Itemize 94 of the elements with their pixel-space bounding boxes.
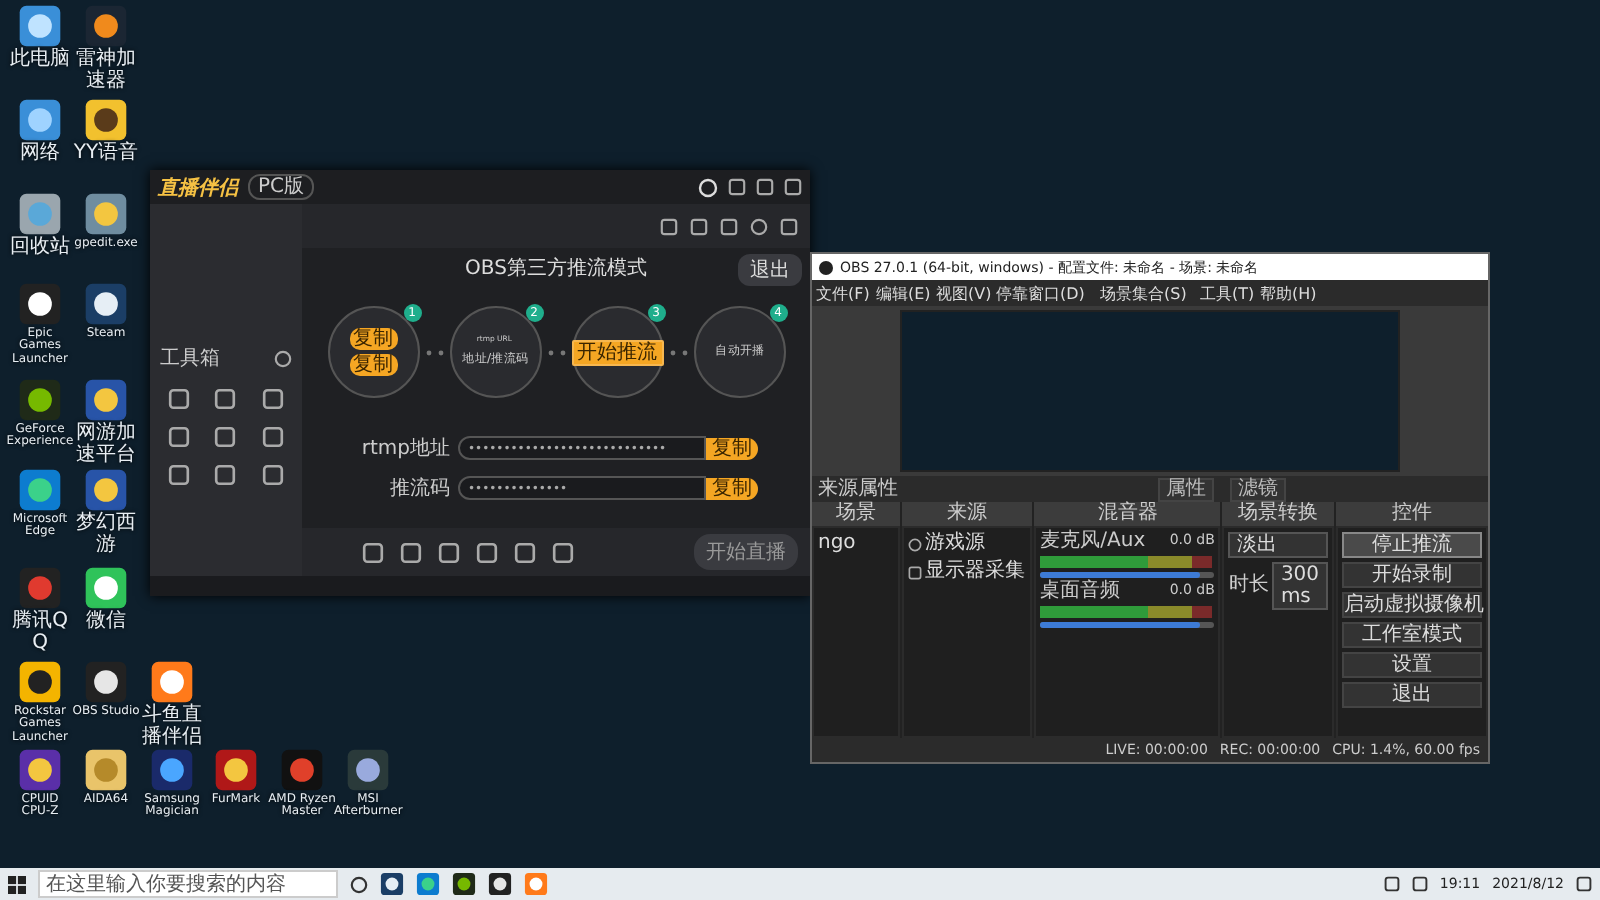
duration-field[interactable]: 300 ms [1272, 562, 1328, 610]
duration-label: 时长 [1228, 576, 1269, 596]
app-shortcut-icon[interactable] [150, 660, 194, 704]
transition-dropdown[interactable]: 淡出 [1228, 532, 1328, 558]
source-item[interactable]: 游戏源 [925, 532, 986, 556]
properties-label: 来源属性 [818, 479, 898, 499]
menu-item[interactable]: 停靠窗口(D) [996, 281, 1086, 305]
search-field[interactable]: 在这里输入你要搜索的内容 [38, 870, 338, 898]
control-button[interactable]: 停止推流 [1342, 532, 1482, 558]
menu-item[interactable]: 编辑(E) [875, 281, 930, 305]
volume-slider[interactable] [1040, 572, 1215, 578]
dock-title: 混音器 [1034, 502, 1221, 526]
app-shortcut-icon[interactable] [18, 378, 62, 422]
field-label: 推流码 [388, 475, 450, 502]
shortcut-label: 梦幻西游 [74, 514, 138, 556]
shortcut-label: 雷神加速器 [74, 50, 138, 92]
control-button[interactable]: 退出 [1342, 682, 1482, 708]
copy-button[interactable]: 复制 [706, 477, 758, 499]
menu-item[interactable]: 工具(T) [1200, 281, 1255, 305]
app-shortcut-icon[interactable] [84, 98, 128, 142]
control-button[interactable]: 设置 [1342, 652, 1482, 678]
tool-icon[interactable] [261, 426, 284, 448]
channel-name: 桌面音频 [1040, 582, 1121, 602]
app-shortcut-icon[interactable] [84, 4, 128, 48]
app-shortcut-icon[interactable] [214, 748, 258, 792]
app-shortcut-icon[interactable] [84, 468, 128, 512]
app-shortcut-icon[interactable] [84, 566, 128, 610]
shortcut-label: 腾讯QQ [10, 612, 70, 654]
tool-icon[interactable] [168, 464, 191, 486]
menu-item[interactable]: 帮助(H) [1259, 281, 1317, 305]
source-item[interactable]: 显示器采集 [925, 560, 1026, 584]
tool-icon[interactable] [168, 426, 191, 448]
app-shortcut-icon[interactable] [18, 4, 62, 48]
tool-icon[interactable] [214, 388, 237, 410]
toolbox-title: 工具箱 [160, 346, 220, 372]
tool-icon[interactable] [261, 388, 284, 410]
app-shortcut-icon[interactable] [18, 192, 62, 236]
channel-name: 麦克风/Aux [1040, 532, 1146, 552]
dots-icon [669, 349, 687, 355]
menu-item[interactable]: 视图(V) [935, 281, 991, 305]
shortcut-label: YY语音 [72, 144, 140, 165]
field-label: rtmp地址 [359, 435, 450, 462]
copy-chip[interactable]: 复制 [349, 328, 397, 350]
app-shortcut-icon[interactable] [346, 748, 390, 792]
dock-title: 来源 [901, 502, 1033, 526]
version-badge: PC版 [248, 174, 315, 200]
app-shortcut-icon[interactable] [452, 872, 476, 896]
dock-title: 场景转换 [1222, 502, 1334, 526]
shortcut-label: 微信 [84, 612, 128, 633]
app-logo-text: 直播伴侣 [158, 175, 238, 201]
properties-button[interactable]: 属性 [1158, 477, 1214, 501]
tool-icon[interactable] [261, 464, 284, 486]
app-shortcut-icon[interactable] [84, 192, 128, 236]
windows-start-icon[interactable] [8, 875, 26, 893]
obs-logo-icon [818, 259, 834, 275]
app-shortcut-icon[interactable] [84, 378, 128, 422]
app-shortcut-icon[interactable] [84, 282, 128, 326]
app-shortcut-icon[interactable] [18, 468, 62, 512]
scene-item[interactable]: ngo [818, 532, 894, 556]
copy-chip[interactable]: 复制 [349, 354, 397, 376]
dock-title: 场景 [812, 502, 900, 526]
app-shortcut-icon[interactable] [18, 660, 62, 704]
app-shortcut-icon[interactable] [18, 282, 62, 326]
app-shortcut-icon[interactable] [488, 872, 512, 896]
app-shortcut-icon[interactable] [84, 660, 128, 704]
exit-button[interactable]: 退出 [738, 254, 802, 286]
app-shortcut-icon[interactable] [380, 872, 404, 896]
menu-item[interactable]: 场景集合(S) [1099, 281, 1187, 305]
shortcut-label: 网游加速平台 [74, 424, 138, 466]
shortcut-label: 斗鱼直播伴侣 [140, 706, 204, 748]
start-live-button[interactable]: 开始直播 [694, 534, 798, 570]
dots-icon [425, 349, 443, 355]
shortcut-label: 此电脑 [8, 50, 72, 71]
shortcut-label: 网络 [18, 144, 62, 165]
copy-button[interactable]: 复制 [706, 437, 758, 459]
properties-button[interactable]: 滤镜 [1230, 477, 1286, 501]
mode-title: OBS第三方推流模式 [465, 255, 647, 282]
tool-icon[interactable] [168, 388, 191, 410]
shortcut-label: 回收站 [8, 238, 72, 259]
control-button[interactable]: 开始录制 [1342, 562, 1482, 588]
dots-icon [547, 349, 565, 355]
dock-title: 控件 [1336, 502, 1488, 526]
menu-item[interactable]: 文件(F) [816, 281, 870, 305]
tool-icon[interactable] [214, 426, 237, 448]
control-button[interactable]: 工作室模式 [1342, 622, 1482, 648]
tool-icon[interactable] [214, 464, 237, 486]
control-button[interactable]: 启动虚拟摄像机 [1342, 592, 1482, 618]
app-shortcut-icon[interactable] [18, 98, 62, 142]
task-view-icon[interactable] [350, 875, 368, 893]
app-shortcut-icon[interactable] [18, 748, 62, 792]
start-push-chip: 开始推流 [571, 339, 663, 365]
app-shortcut-icon[interactable] [84, 748, 128, 792]
app-shortcut-icon[interactable] [150, 748, 194, 792]
volume-slider[interactable] [1040, 622, 1215, 628]
